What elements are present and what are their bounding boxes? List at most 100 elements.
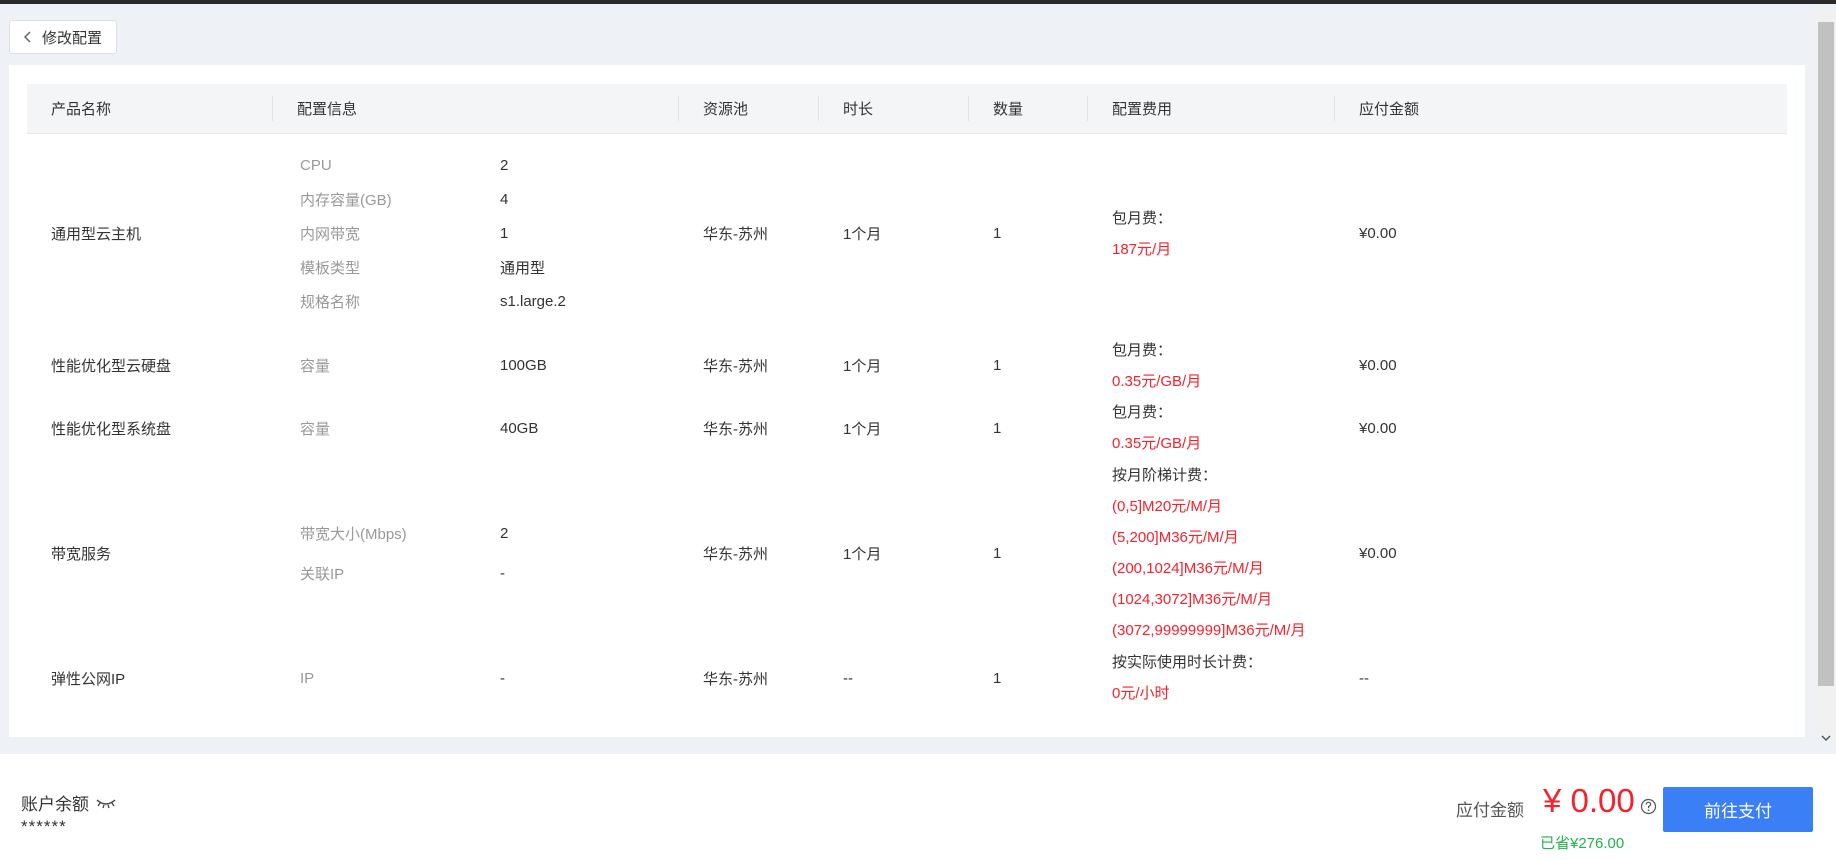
amount-due: ¥0.00 [1359,225,1397,243]
duration: -- [843,669,853,687]
product-name: 弹性公网IP [51,670,126,688]
table-row: 带宽服务 带宽大小(Mbps) 2 关联IP - 华东-苏州 1个月 1 按月阶梯计… [27,459,1787,647]
checkout-footer: 账户余额 ****** 应付金额 ¥ 0.00 已省¥276.00 前往支付 [0,754,1836,860]
chevron-left-icon [23,31,31,43]
config-key: 内存容量(GB) [300,192,392,210]
config-info: 容量 40GB [273,397,679,459]
resource-pool: 华东-苏州 [703,226,768,244]
fee-line: (3072,99999999]M36元/M/月 [1112,622,1306,639]
balance-value: ****** [21,817,67,836]
col-header-duration: 时长 [819,84,969,134]
config-value: 2 [500,157,509,175]
question-circle-icon[interactable] [1640,798,1657,815]
fee-label: 包月费： [1112,341,1173,359]
fee-line: 0.35元/GB/月 [1112,372,1202,390]
fee-line: (5,200]M36元/M/月 [1112,529,1239,546]
duration: 1个月 [843,358,882,375]
amount-due: -- [1359,669,1369,687]
config-value: 1 [500,225,509,243]
col-header-product: 产品名称 [27,84,273,134]
config-key: 规格名称 [300,294,361,312]
balance-label: 账户余额 [21,795,89,814]
config-value: 40GB [500,419,539,437]
config-value: s1.large.2 [500,293,566,311]
fee-line: 0.35元/GB/月 [1112,435,1202,452]
config-key: 关联IP [300,565,345,583]
amount-due: ¥0.00 [1359,544,1397,562]
order-panel: 产品名称 配置信息 资源池 时长 数量 配置费用 应付金额 通用型云主机 CPU… [9,65,1805,737]
config-key: 容量 [300,358,331,375]
config-value: 4 [500,191,509,209]
product-name: 通用型云主机 [51,226,142,244]
config-value: - [500,669,505,687]
resource-pool: 华东-苏州 [703,545,768,563]
config-key: IP [300,669,315,687]
resource-pool: 华东-苏州 [703,420,768,438]
fee-line: (200,1024]M36元/M/月 [1112,560,1264,577]
fee-label: 按实际使用时长计费： [1112,654,1263,671]
quantity: 1 [993,225,1002,243]
col-header-fee: 配置费用 [1088,84,1335,134]
fee-line: 187元/月 [1112,240,1172,258]
config-fee: 按实际使用时长计费： 0元/小时 [1088,647,1335,709]
config-info: IP - [273,647,679,709]
table-header-row: 产品名称 配置信息 资源池 时长 数量 配置费用 应付金额 [27,84,1787,134]
table-row: 弹性公网IP IP - 华东-苏州 -- 1 按实际使用时长计费： 0元/小时 -… [27,647,1787,709]
fee-line: 0元/小时 [1112,685,1170,702]
chevron-down-icon[interactable] [1820,732,1832,744]
resource-pool: 华东-苏州 [703,670,768,688]
amount-due: ¥0.00 [1359,419,1397,437]
modify-config-button[interactable]: 修改配置 [9,20,117,54]
fee-label: 包月费： [1112,209,1173,227]
vertical-scrollbar[interactable] [1816,10,1836,742]
duration: 1个月 [843,226,882,244]
fee-label: 按月阶梯计费： [1112,467,1218,484]
pay-amount: ¥ 0.00 [1543,782,1635,819]
config-fee: 包月费： 0.35元/GB/月 [1088,334,1335,397]
duration: 1个月 [843,420,882,438]
config-key: 内网带宽 [300,226,361,244]
config-info: 带宽大小(Mbps) 2 关联IP - [273,459,679,647]
config-value: 2 [500,524,509,542]
product-name: 性能优化型云硬盘 [51,358,172,375]
config-fee: 包月费： 0.35元/GB/月 [1088,397,1335,459]
config-value: 100GB [500,357,547,374]
col-header-pool: 资源池 [679,84,819,134]
quantity: 1 [993,419,1002,437]
quantity: 1 [993,544,1002,562]
saved-amount: 已省¥276.00 [1540,835,1625,852]
product-name: 性能优化型系统盘 [51,420,172,438]
modify-config-label: 修改配置 [42,29,103,47]
table-row: 性能优化型系统盘 容量 40GB 华东-苏州 1个月 1 包月费： 0.35元/G… [27,397,1787,459]
resource-pool: 华东-苏州 [703,358,768,375]
product-name: 带宽服务 [51,545,112,563]
config-key: CPU [300,157,332,175]
config-key: 带宽大小(Mbps) [300,525,407,543]
table-row: 通用型云主机 CPU 2 内存容量(GB) 4 内网带宽 1 模板类型 通用型 规格名称… [27,133,1787,334]
config-info: 容量 100GB [273,334,679,397]
eye-closed-icon[interactable] [95,797,117,809]
config-value: - [500,564,505,582]
col-header-amount: 应付金额 [1335,84,1787,134]
window-top-bar [0,0,1836,4]
col-header-quantity: 数量 [969,84,1088,134]
order-table: 产品名称 配置信息 资源池 时长 数量 配置费用 应付金额 通用型云主机 CPU… [27,84,1787,709]
config-key: 模板类型 [300,260,361,278]
config-key: 容量 [300,420,331,438]
duration: 1个月 [843,545,882,563]
fee-line: (0,5]M20元/M/月 [1112,498,1223,515]
config-fee: 按月阶梯计费： (0,5]M20元/M/月 (5,200]M36元/M/月 (2… [1088,459,1335,647]
config-info: CPU 2 内存容量(GB) 4 内网带宽 1 模板类型 通用型 规格名称 s1.larg… [273,133,679,334]
config-fee: 包月费： 187元/月 [1088,133,1335,334]
table-row: 性能优化型云硬盘 容量 100GB 华东-苏州 1个月 1 包月费： 0.35元/… [27,334,1787,397]
fee-label: 包月费： [1112,404,1173,421]
go-to-pay-button[interactable]: 前往支付 [1663,787,1813,832]
fee-line: (1024,3072]M36元/M/月 [1112,591,1273,608]
quantity: 1 [993,357,1002,374]
scrollbar-thumb[interactable] [1818,22,1834,686]
amount-due: ¥0.00 [1359,357,1397,374]
config-value: 通用型 [500,260,546,278]
col-header-config: 配置信息 [273,84,679,134]
pay-amount-label: 应付金额 [1456,801,1524,820]
balance-label-group: 账户余额 [21,790,117,815]
